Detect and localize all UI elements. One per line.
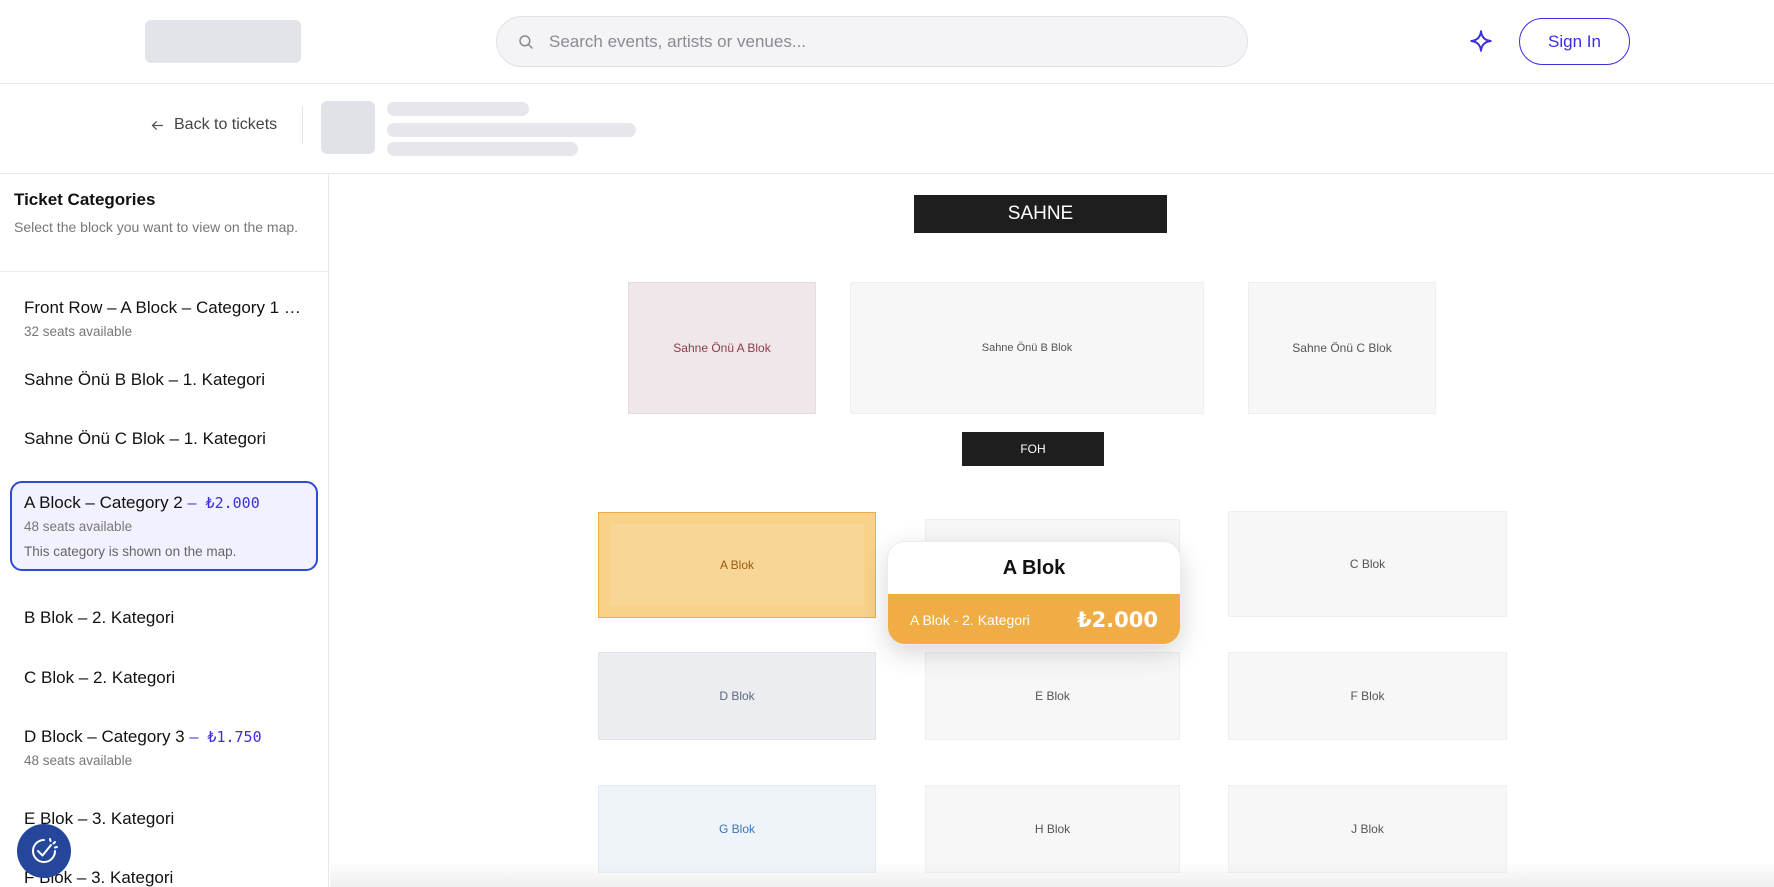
venue-seat-map: SAHNE Sahne Önü A Blok Sahne Önü B Blok … (330, 174, 1774, 887)
block-sahne-onu-b[interactable]: Sahne Önü B Blok (850, 282, 1204, 414)
event-date-placeholder (387, 123, 636, 137)
category-name: Sahne Önü C Blok – 1. Kategori (24, 429, 266, 448)
category-name: E Blok – 3. Kategori (24, 809, 175, 828)
category-name: B Blok – 2. Kategori (24, 608, 175, 627)
tooltip-price: ₺2.000 (1076, 608, 1158, 632)
category-price: – ₺2.000 (187, 494, 260, 512)
category-price: – ... (283, 299, 304, 317)
block-e[interactable]: E Blok (925, 652, 1180, 740)
back-to-tickets-link[interactable]: Back to tickets (150, 116, 277, 134)
category-name: Sahne Önü B Blok – 1. Kategori (24, 370, 265, 389)
block-f[interactable]: F Blok (1228, 652, 1507, 740)
category-seats: 48 seats available (24, 753, 133, 768)
category-name: D Block – Category 3 – ₺1.750 (24, 727, 262, 746)
ticket-categories-sidebar: Ticket Categories Select the block you w… (0, 174, 329, 887)
category-item-sahne-b[interactable]: Sahne Önü B Blok – 1. Kategori (10, 358, 318, 402)
category-item-d-block[interactable]: D Block – Category 3 – ₺1.750 48 seats a… (10, 715, 318, 780)
cookie-consent-button[interactable] (17, 824, 71, 878)
search-bar[interactable] (496, 16, 1248, 67)
category-item-sahne-c[interactable]: Sahne Önü C Blok – 1. Kategori (10, 417, 318, 461)
arrow-left-icon (151, 120, 164, 130)
block-a-selected[interactable]: A Blok (598, 512, 876, 618)
block-c[interactable]: C Blok (1228, 511, 1507, 617)
sidebar-header: Ticket Categories Select the block you w… (0, 174, 328, 272)
stage-label: SAHNE (914, 195, 1167, 233)
category-name: A Block – Category 2 – ₺2.000 (24, 493, 260, 512)
block-j[interactable]: J Blok (1228, 785, 1507, 873)
event-subheader: Back to tickets (0, 84, 1774, 174)
category-item-a-block-selected[interactable]: A Block – Category 2 – ₺2.000 48 seats a… (10, 481, 318, 571)
sidebar-description: Select the block you want to view on the… (14, 219, 299, 235)
category-map-note: This category is shown on the map. (24, 544, 237, 559)
category-seats: 48 seats available (24, 519, 133, 534)
search-input[interactable] (549, 31, 1189, 52)
category-item-front-row-a[interactable]: Front Row – A Block – Category 1 – ... 3… (10, 286, 318, 351)
tooltip-title: A Blok (1002, 556, 1066, 579)
category-price: – ₺1.750 (189, 728, 262, 746)
sparkle-icon[interactable] (1468, 28, 1494, 54)
cookie-settings-icon (32, 838, 58, 863)
logo-placeholder[interactable] (145, 20, 301, 63)
block-d[interactable]: D Blok (598, 652, 876, 740)
event-title-placeholder (387, 102, 529, 116)
search-icon (519, 34, 533, 49)
event-thumbnail-placeholder (321, 101, 375, 154)
category-name: Front Row – A Block – Category 1 – ... (24, 298, 304, 318)
block-h[interactable]: H Blok (925, 785, 1180, 873)
back-label: Back to tickets (174, 116, 278, 133)
category-item-c-blok[interactable]: C Blok – 2. Kategori (10, 656, 318, 700)
event-venue-placeholder (387, 142, 578, 156)
category-item-b-blok[interactable]: B Blok – 2. Kategori (10, 596, 318, 640)
category-name: C Blok – 2. Kategori (24, 668, 176, 687)
block-sahne-onu-a[interactable]: Sahne Önü A Blok (628, 282, 816, 414)
sign-in-button[interactable]: Sign In (1519, 18, 1630, 65)
sidebar-title: Ticket Categories (14, 190, 156, 209)
block-sahne-onu-c[interactable]: Sahne Önü C Blok (1248, 282, 1436, 414)
top-header: Sign In (0, 0, 1774, 84)
category-name: F Blok – 3. Kategori (24, 868, 174, 887)
tooltip-category: A Blok - 2. Kategori (910, 612, 1030, 628)
block-g[interactable]: G Blok (598, 785, 876, 873)
foh-label: FOH (962, 432, 1104, 466)
divider (302, 106, 303, 144)
block-tooltip: A Blok A Blok - 2. Kategori ₺2.000 (887, 541, 1181, 645)
category-seats: 32 seats available (24, 324, 133, 339)
tooltip-category-bar: A Blok - 2. Kategori ₺2.000 (888, 594, 1180, 644)
